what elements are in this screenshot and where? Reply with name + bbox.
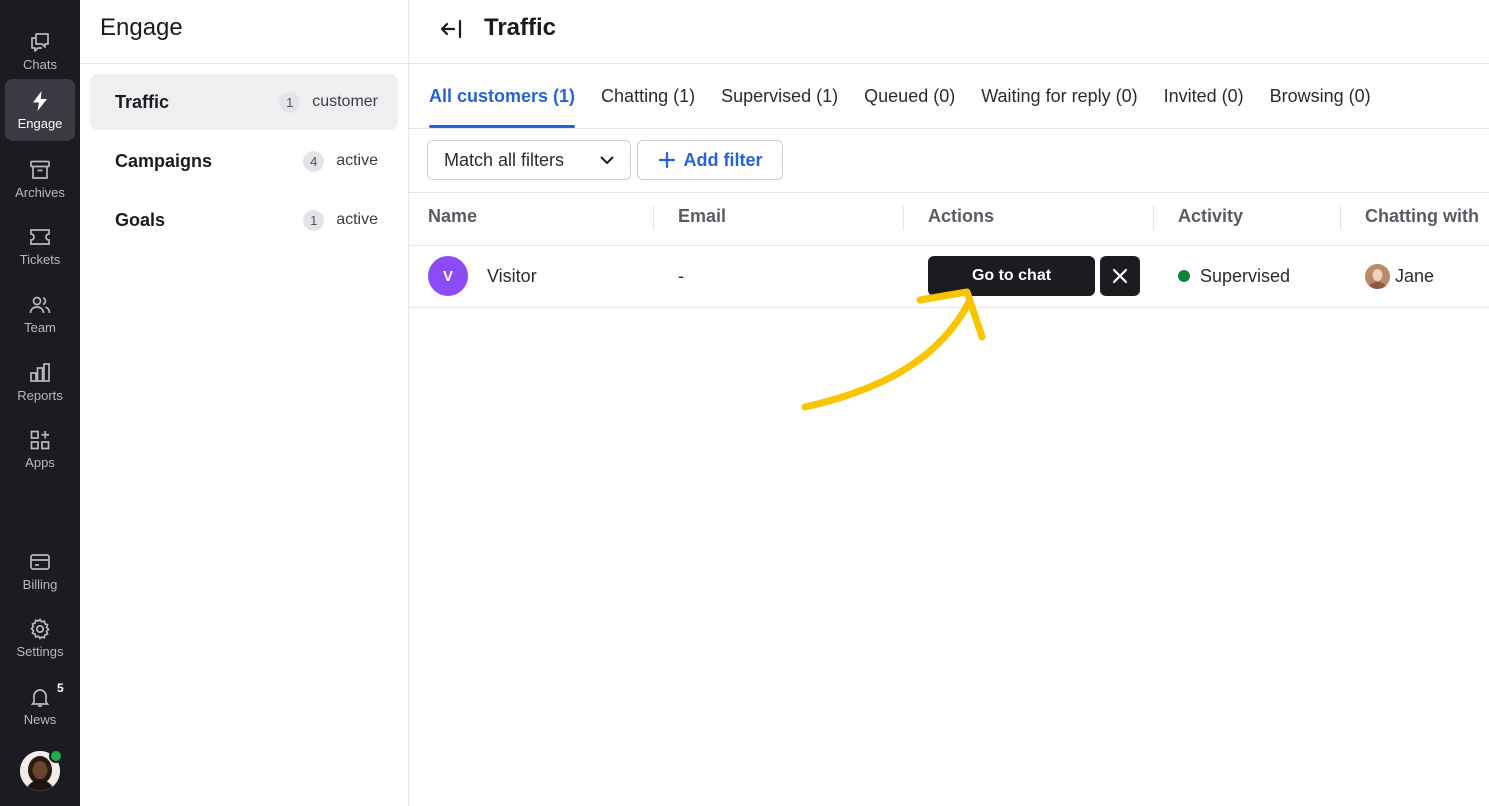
page-title: Traffic bbox=[484, 14, 557, 41]
gear-icon bbox=[30, 618, 50, 640]
tab-queued[interactable]: Queued (0) bbox=[864, 64, 955, 128]
visitor-name: Visitor bbox=[487, 266, 537, 286]
section-item-suffix: active bbox=[336, 152, 378, 169]
section-item-count: 1 bbox=[303, 209, 325, 231]
rail-item-billing[interactable]: Billing bbox=[5, 540, 75, 602]
section-item-goals[interactable]: Goals 1 active bbox=[90, 192, 398, 248]
rail-label: Tickets bbox=[19, 252, 61, 267]
team-icon bbox=[29, 296, 51, 314]
tab-invited[interactable]: Invited (0) bbox=[1164, 64, 1244, 128]
rail-item-reports[interactable]: Reports bbox=[5, 351, 75, 413]
section-item-campaigns[interactable]: Campaigns 4 active bbox=[90, 133, 398, 189]
close-icon bbox=[1112, 268, 1128, 284]
column-header-name[interactable]: Name bbox=[428, 206, 477, 227]
section-item-label: Campaigns bbox=[115, 150, 213, 171]
match-filters-select[interactable]: Match all filters bbox=[427, 140, 631, 180]
agent-avatar-image bbox=[1365, 264, 1390, 289]
section-item-suffix: active bbox=[336, 211, 378, 228]
column-header-chatting-with[interactable]: Chatting with bbox=[1365, 206, 1479, 227]
tab-browsing[interactable]: Browsing (0) bbox=[1270, 64, 1371, 128]
online-status-dot bbox=[49, 749, 63, 763]
apps-icon bbox=[30, 430, 50, 450]
section-item-traffic[interactable]: Traffic 1 customer bbox=[90, 74, 398, 130]
divider bbox=[80, 63, 409, 64]
chevron-down-icon bbox=[600, 156, 614, 164]
chatting-with-agent: Jane bbox=[1395, 266, 1435, 286]
column-separator[interactable] bbox=[1153, 206, 1154, 230]
agent-avatar bbox=[1365, 264, 1390, 289]
column-separator[interactable] bbox=[903, 206, 904, 230]
column-separator[interactable] bbox=[1340, 206, 1341, 230]
dismiss-button[interactable] bbox=[1100, 256, 1140, 296]
column-separator[interactable] bbox=[653, 206, 654, 230]
rail-item-settings[interactable]: Settings bbox=[5, 607, 75, 669]
section-item-count: 1 bbox=[279, 91, 301, 113]
rail-label: Apps bbox=[25, 455, 55, 470]
rail-item-engage[interactable]: Engage bbox=[5, 79, 75, 141]
section-item-label: Traffic bbox=[115, 91, 170, 112]
collapse-panel-icon[interactable] bbox=[439, 16, 465, 42]
column-header-activity[interactable]: Activity bbox=[1178, 206, 1243, 227]
visitor-email: - bbox=[678, 266, 684, 286]
section-item-label: Goals bbox=[115, 209, 166, 230]
tab-chatting[interactable]: Chatting (1) bbox=[601, 64, 695, 128]
chat-icon bbox=[31, 33, 49, 52]
ticket-icon bbox=[30, 229, 50, 245]
main-navigation-rail: Chats Engage Archives Tickets Team Repor… bbox=[0, 0, 80, 806]
section-title: Engage bbox=[100, 14, 183, 41]
rail-label: Archives bbox=[15, 185, 65, 200]
tab-supervised[interactable]: Supervised (1) bbox=[721, 64, 838, 128]
add-filter-button[interactable]: Add filter bbox=[637, 140, 783, 180]
reports-icon bbox=[30, 363, 50, 382]
traffic-tabs: All customers (1) Chatting (1) Supervise… bbox=[429, 64, 1397, 128]
plus-icon bbox=[658, 151, 675, 169]
archive-icon bbox=[30, 160, 50, 179]
column-header-email[interactable]: Email bbox=[678, 206, 726, 227]
app-root: Chats Engage Archives Tickets Team Repor… bbox=[0, 0, 1489, 806]
news-badge-count: 5 bbox=[57, 681, 64, 695]
tab-waiting-for-reply[interactable]: Waiting for reply (0) bbox=[981, 64, 1137, 128]
divider bbox=[409, 192, 1489, 193]
rail-item-tickets[interactable]: Tickets bbox=[5, 215, 75, 277]
tab-all-customers[interactable]: All customers (1) bbox=[429, 64, 576, 128]
divider bbox=[409, 128, 1489, 129]
section-item-count: 4 bbox=[303, 150, 325, 172]
column-header-actions[interactable]: Actions bbox=[928, 206, 994, 227]
traffic-main: Traffic All customers (1) Chatting (1) S… bbox=[409, 0, 1489, 806]
bolt-icon bbox=[33, 91, 47, 111]
rail-item-apps[interactable]: Apps bbox=[5, 418, 75, 480]
activity-status-dot bbox=[1178, 270, 1190, 282]
rail-label: News bbox=[23, 712, 57, 727]
rail-label: Billing bbox=[22, 577, 58, 592]
go-to-chat-button[interactable]: Go to chat bbox=[928, 256, 1095, 296]
rail-item-chats[interactable]: Chats bbox=[5, 20, 75, 82]
visitor-avatar: V bbox=[428, 256, 468, 296]
rail-item-team[interactable]: Team bbox=[5, 283, 75, 345]
rail-item-news[interactable]: 5 News bbox=[5, 675, 75, 737]
rail-label: Settings bbox=[16, 644, 64, 659]
activity-status: Supervised bbox=[1200, 266, 1291, 286]
engage-section-panel: Engage Traffic 1 customer Campaigns 4 ac… bbox=[80, 0, 409, 806]
match-filters-value: Match all filters bbox=[444, 149, 565, 170]
bell-icon bbox=[30, 689, 50, 707]
rail-label: Engage bbox=[17, 116, 63, 131]
rail-label: Team bbox=[24, 320, 56, 335]
rail-item-archives[interactable]: Archives bbox=[5, 148, 75, 210]
section-item-suffix: customer bbox=[312, 93, 378, 110]
billing-icon bbox=[30, 554, 50, 570]
rail-label: Reports bbox=[17, 388, 63, 403]
divider bbox=[409, 307, 1489, 308]
rail-label: Chats bbox=[23, 57, 57, 72]
table-row[interactable]: V Visitor - Go to chat Supervised Jane bbox=[409, 246, 1489, 307]
add-filter-label: Add filter bbox=[683, 149, 763, 170]
